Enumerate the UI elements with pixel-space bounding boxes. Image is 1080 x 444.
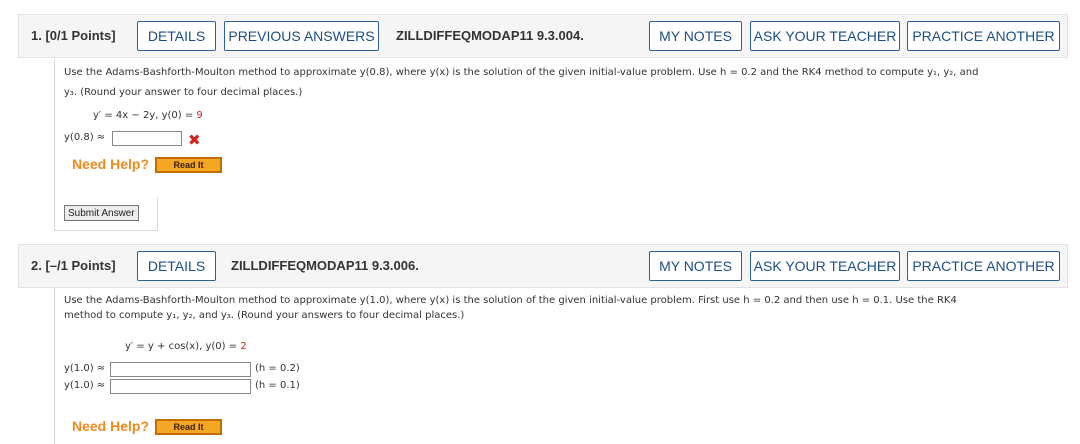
q2-practice-another-button[interactable]: PRACTICE ANOTHER bbox=[907, 251, 1060, 281]
question-1-points: 1. [0/1 Points] bbox=[31, 28, 116, 43]
q1-details-button[interactable]: DETAILS bbox=[137, 21, 216, 51]
question-1-body: Use the Adams-Bashforth-Moulton method t… bbox=[54, 58, 1064, 198]
q2-step-note-h01: (h = 0.1) bbox=[255, 380, 300, 391]
q2-answer-input-h01[interactable] bbox=[110, 379, 251, 394]
q1-initial-value: 9 bbox=[196, 110, 203, 121]
question-2-header: 2. [–/1 Points] DETAILS ZILLDIFFEQMODAP1… bbox=[18, 244, 1068, 288]
submit-area: Submit Answer bbox=[54, 197, 158, 231]
q1-answer-label: y(0.8) ≈ bbox=[64, 132, 106, 143]
q1-practice-another-button[interactable]: PRACTICE ANOTHER bbox=[907, 21, 1060, 51]
q1-answer-input[interactable] bbox=[112, 131, 182, 146]
q2-prompt-line-2: method to compute y₁, y₂, and y₃. (Round… bbox=[64, 310, 465, 321]
q2-my-notes-button[interactable]: MY NOTES bbox=[649, 251, 742, 281]
q2-prompt-line-1: Use the Adams-Bashforth-Moulton method t… bbox=[64, 295, 957, 306]
q1-submit-answer-button[interactable]: Submit Answer bbox=[64, 205, 139, 221]
q2-equation-text: y′ = y + cos(x), y(0) = bbox=[125, 341, 241, 352]
q2-answer-label-h02: y(1.0) ≈ bbox=[64, 363, 106, 374]
q1-my-notes-button[interactable]: MY NOTES bbox=[649, 21, 742, 51]
q2-problem-code: ZILLDIFFEQMODAP11 9.3.006. bbox=[231, 258, 419, 273]
q2-initial-value: 2 bbox=[240, 341, 247, 352]
q2-answer-input-h02[interactable] bbox=[110, 362, 251, 377]
q2-step-note-h02: (h = 0.2) bbox=[255, 363, 300, 374]
q1-read-it-button[interactable]: Read It bbox=[155, 157, 222, 173]
q1-previous-answers-button[interactable]: PREVIOUS ANSWERS bbox=[224, 21, 379, 51]
q1-prompt-line-1: Use the Adams-Bashforth-Moulton method t… bbox=[64, 67, 979, 78]
q2-read-it-button[interactable]: Read It bbox=[155, 419, 222, 435]
q1-equation: y′ = 4x − 2y, y(0) = 9 bbox=[93, 110, 203, 121]
question-1-header: 1. [0/1 Points] DETAILS PREVIOUS ANSWERS… bbox=[18, 14, 1068, 58]
q1-need-help-label: Need Help? bbox=[72, 156, 150, 172]
question-2-body: Use the Adams-Bashforth-Moulton method t… bbox=[54, 288, 1064, 444]
q1-problem-code: ZILLDIFFEQMODAP11 9.3.004. bbox=[396, 28, 584, 43]
q1-equation-text: y′ = 4x − 2y, y(0) = bbox=[93, 110, 197, 121]
q1-prompt-line-2: y₃. (Round your answer to four decimal p… bbox=[64, 87, 303, 98]
question-2-points: 2. [–/1 Points] bbox=[31, 258, 116, 273]
q2-equation: y′ = y + cos(x), y(0) = 2 bbox=[125, 341, 247, 352]
q2-ask-teacher-button[interactable]: ASK YOUR TEACHER bbox=[750, 251, 900, 281]
q2-answer-label-h01: y(1.0) ≈ bbox=[64, 380, 106, 391]
q2-details-button[interactable]: DETAILS bbox=[137, 251, 216, 281]
q1-ask-teacher-button[interactable]: ASK YOUR TEACHER bbox=[750, 21, 900, 51]
incorrect-x-icon: ✖ bbox=[188, 131, 201, 149]
q2-need-help-label: Need Help? bbox=[72, 418, 150, 434]
